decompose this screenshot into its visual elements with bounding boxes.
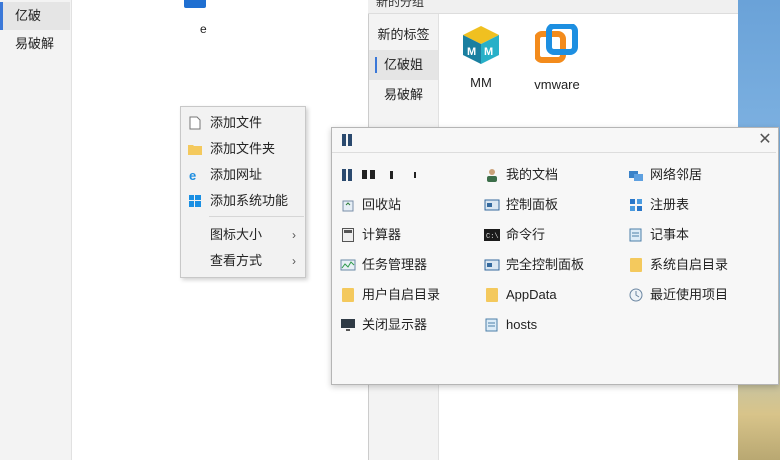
task-manager-icon <box>340 257 356 273</box>
left-sidebar-item-label: 易破解 <box>15 36 55 51</box>
context-menu: 添加文件 添加文件夹 e 添加网址 添加系统功能 图标大小 › 查看方式 › <box>180 106 306 278</box>
panel-item-label: 控制面板 <box>506 197 559 212</box>
menu-item-label: 添加文件 <box>210 115 263 130</box>
panel-item-label: 完全控制面板 <box>506 257 585 272</box>
panel-item-my-documents[interactable]: 我的文档 <box>484 164 558 186</box>
folder-icon <box>484 287 500 303</box>
ie-icon: e <box>188 168 202 182</box>
svg-text:C:\: C:\ <box>486 233 499 241</box>
panel-item-label: 记事本 <box>650 227 690 242</box>
panel-item-label: 网络邻居 <box>650 167 703 182</box>
panel-item-label: 我的文档 <box>506 167 559 182</box>
menu-separator <box>209 216 304 217</box>
right-sidebar-item-yipojie[interactable]: 易破解 <box>369 80 438 110</box>
right-sidebar-item-label: 新的标签 <box>377 27 430 42</box>
panel-item-label: 系统自启目录 <box>650 257 729 272</box>
right-sidebar-item-label: 易破解 <box>383 87 423 102</box>
app-icon <box>342 169 354 183</box>
file-icon <box>188 116 202 130</box>
menu-item-view-mode[interactable]: 查看方式 › <box>181 248 305 274</box>
mm-cube-icon: M M <box>463 26 499 64</box>
menu-item-label: 添加文件夹 <box>210 141 276 156</box>
left-sidebar-item-yipojie[interactable]: 易破解 <box>0 30 70 58</box>
right-sidebar-item-label: 亿破姐 <box>383 57 423 72</box>
control-panel-icon <box>484 257 500 273</box>
chevron-right-icon: › <box>292 254 296 268</box>
panel-item-turn-off-monitor[interactable]: 关闭显示器 <box>340 314 427 336</box>
close-icon[interactable]: ✕ <box>756 131 774 149</box>
panel-item-command-line[interactable]: C:\ 命令行 <box>484 224 545 246</box>
right-sidebar-item-yipojie-sister[interactable]: 亿破姐 <box>369 50 438 80</box>
folder-icon <box>188 142 202 156</box>
calculator-icon <box>340 227 356 243</box>
panel-item-registry[interactable]: 注册表 <box>628 194 689 216</box>
left-sidebar-item-label: 亿破 <box>15 8 42 23</box>
recent-items-icon <box>628 287 644 303</box>
panel-item-label: 注册表 <box>650 197 690 212</box>
panel-item-notepad[interactable]: 记事本 <box>628 224 689 246</box>
app-tile-label: MM <box>470 75 492 90</box>
panel-item-recycle-bin[interactable]: 回收站 <box>340 194 401 216</box>
recycle-bin-icon <box>340 197 356 213</box>
svg-text:M: M <box>467 46 476 58</box>
panel-item-label: hosts <box>506 317 538 332</box>
menu-item-label: 图标大小 <box>210 227 263 242</box>
panel-item-label: 任务管理器 <box>362 257 428 272</box>
panel-item-label: 最近使用项目 <box>650 287 729 302</box>
folder-icon <box>628 257 644 273</box>
registry-icon <box>628 197 644 213</box>
left-sidebar: 亿破 易破解 <box>0 0 72 460</box>
app-icon <box>342 134 352 146</box>
chevron-right-icon: › <box>292 228 296 242</box>
panel-item-system-startup-folder[interactable]: 系统自启目录 <box>628 254 728 276</box>
right-sidebar-item-new-tag[interactable]: 新的标签 <box>369 20 438 50</box>
left-sidebar-item-yipo[interactable]: 亿破 <box>0 2 70 30</box>
monitor-icon <box>340 317 356 333</box>
panel-header <box>332 128 776 153</box>
truncated-icons <box>362 168 422 182</box>
svg-text:e: e <box>189 168 196 182</box>
panel-item-full-control-panel[interactable]: 完全控制面板 <box>484 254 584 276</box>
panel-item-label: 用户自启目录 <box>362 287 441 302</box>
menu-item-add-url[interactable]: e 添加网址 <box>181 162 305 188</box>
panel-item-calculator[interactable]: 计算器 <box>340 224 401 246</box>
control-panel-icon <box>484 197 500 213</box>
user-documents-icon <box>484 167 500 183</box>
right-window-title: 新的分组 <box>368 0 738 14</box>
app-e-label: e <box>200 22 207 36</box>
hosts-file-icon <box>484 317 500 333</box>
app-e-icon[interactable] <box>184 0 206 8</box>
panel-item-recent-items[interactable]: 最近使用项目 <box>628 284 728 306</box>
app-tile-mm[interactable]: M M MM <box>451 24 511 90</box>
panel-item-label: 回收站 <box>362 197 402 212</box>
cmd-icon: C:\ <box>484 227 500 243</box>
panel-item-network[interactable]: 网络邻居 <box>628 164 702 186</box>
app-tile-label: vmware <box>534 77 580 92</box>
menu-item-add-file[interactable]: 添加文件 <box>181 110 305 136</box>
menu-item-label: 添加系统功能 <box>210 193 289 208</box>
menu-item-label: 添加网址 <box>210 167 263 182</box>
svg-text:M: M <box>484 46 493 58</box>
panel-item-label: AppData <box>506 287 557 302</box>
network-icon <box>628 167 644 183</box>
menu-item-icon-size[interactable]: 图标大小 › <box>181 222 305 248</box>
app-tile-vmware[interactable]: vmware <box>527 23 587 92</box>
panel-item-appdata[interactable]: AppData <box>484 284 557 306</box>
panel-item-task-manager[interactable]: 任务管理器 <box>340 254 427 276</box>
panel-item-label: 关闭显示器 <box>362 317 428 332</box>
menu-item-label: 查看方式 <box>210 253 263 268</box>
vmware-icon <box>534 23 578 63</box>
windows-icon <box>188 194 202 208</box>
panel-item-control-panel[interactable]: 控制面板 <box>484 194 558 216</box>
panel-item-hosts[interactable]: hosts <box>484 314 537 336</box>
panel-item-label: 计算器 <box>362 227 402 242</box>
panel-item-label: 命令行 <box>506 227 546 242</box>
notepad-icon <box>628 227 644 243</box>
menu-item-add-system-function[interactable]: 添加系统功能 <box>181 188 305 214</box>
panel-item-user-startup-folder[interactable]: 用户自启目录 <box>340 284 440 306</box>
folder-icon <box>340 287 356 303</box>
menu-item-add-folder[interactable]: 添加文件夹 <box>181 136 305 162</box>
